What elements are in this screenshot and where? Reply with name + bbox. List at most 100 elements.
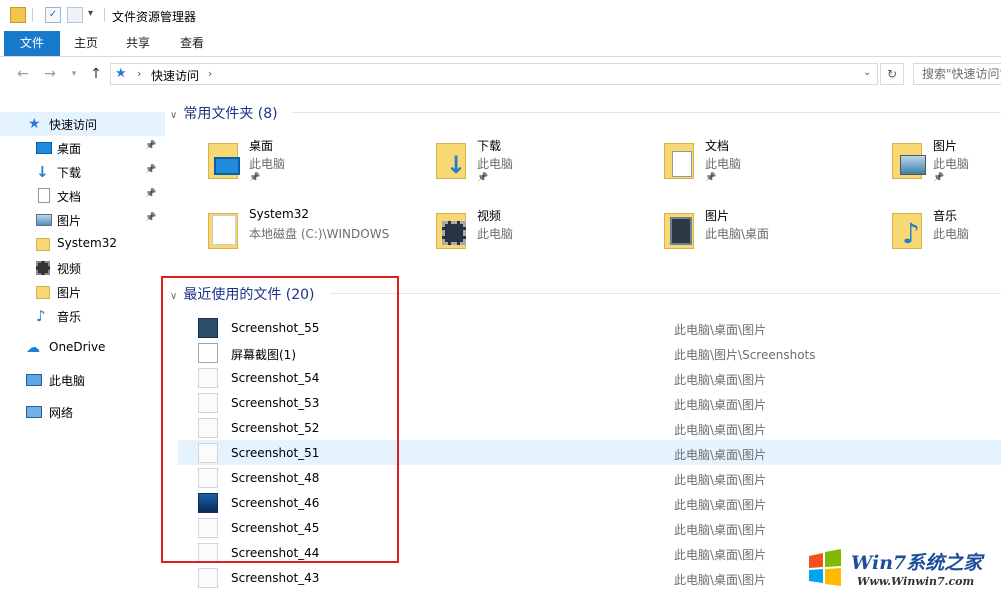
picture-icon [36,212,52,228]
nav-item-documents[interactable]: 文档 📌 [0,184,165,208]
quick-access-star-icon: ★ [115,66,127,81]
pin-icon[interactable]: 📌 [145,141,156,151]
tab-home[interactable]: 主页 [62,31,110,56]
file-name: Screenshot_48 [231,471,320,485]
frequent-folders-title: 常用文件夹 (8) [183,106,278,122]
pin-icon[interactable]: 📌 [145,189,156,199]
file-location: 此电脑\桌面\图片 [674,448,767,462]
cloud-icon: ☁ [26,340,40,356]
document-folder-icon [660,137,700,181]
nav-item-quick-access[interactable]: ★ 快速访问 [0,112,165,136]
recent-file-row[interactable]: Screenshot_51 此电脑\桌面\图片 [178,440,1001,465]
image-file-icon [198,368,218,388]
breadcrumb[interactable]: 快速访问 [151,67,199,84]
desktop-folder-icon [204,137,244,181]
nav-item-network[interactable]: 网络 [0,400,165,424]
folder-name: 视频 [477,209,502,223]
refresh-icon[interactable]: ↻ [880,63,904,85]
folder-tile-desktop[interactable]: 桌面 此电脑 📌 [204,137,424,197]
title-bar: ✓ ▾ 文件资源管理器 [0,0,1001,31]
recent-file-row[interactable]: Screenshot_48 此电脑\桌面\图片 [178,465,1001,490]
image-file-icon [198,418,218,438]
recent-file-row[interactable]: Screenshot_45 此电脑\桌面\图片 [178,515,1001,540]
address-dropdown-icon[interactable]: ⌄ [863,67,871,78]
recent-file-row[interactable]: Screenshot_46 此电脑\桌面\图片 [178,490,1001,515]
photo-folder-icon [660,207,700,251]
file-name: Screenshot_53 [231,396,320,410]
folder-tile-music[interactable]: ♪ 音乐 此电脑 [888,207,1001,267]
folder-tile-pictures[interactable]: 图片 此电脑 📌 [888,137,1001,197]
nav-item-pictures-folder[interactable]: 图片 [0,280,165,304]
recent-file-row[interactable]: Screenshot_52 此电脑\桌面\图片 [178,415,1001,440]
tab-file[interactable]: 文件 [4,31,60,56]
breadcrumb-separator-icon: › [137,67,142,80]
music-icon: ♪ [36,307,46,325]
nav-item-this-pc[interactable]: 此电脑 [0,368,165,392]
pin-icon[interactable]: 📌 [249,173,260,183]
file-name: Screenshot_46 [231,496,320,510]
file-location: 此电脑\桌面\图片 [674,373,767,387]
pin-icon[interactable]: 📌 [705,173,716,183]
folder-tile-documents[interactable]: 文档 此电脑 📌 [660,137,880,197]
tab-view[interactable]: 查看 [166,31,218,56]
nav-item-label: 桌面 [57,142,82,156]
folder-location: 此电脑 [477,157,514,171]
folder-tile-downloads[interactable]: ↓ 下载 此电脑 📌 [432,137,652,197]
recent-file-row[interactable]: Screenshot_54 此电脑\桌面\图片 [178,365,1001,390]
image-file-icon [198,343,218,363]
star-icon: ★ [28,116,41,132]
nav-item-system32[interactable]: System32 [0,232,165,256]
nav-item-pictures[interactable]: 图片 📌 [0,208,165,232]
folder-location: 此电脑 [705,157,742,171]
collapse-chevron-icon[interactable]: ∨ [170,110,177,121]
search-input[interactable]: 搜索"快速访问" [913,63,1001,85]
collapse-chevron-icon[interactable]: ∨ [170,291,177,302]
nav-item-label: 文档 [57,190,82,204]
picture-folder-icon [888,137,928,181]
back-arrow-icon[interactable]: ← [15,66,31,82]
image-file-icon [198,468,218,488]
file-location: 此电脑\桌面\图片 [674,473,767,487]
file-name: Screenshot_55 [231,321,320,335]
properties-icon[interactable]: ✓ [45,7,61,23]
pin-icon[interactable]: 📌 [933,173,944,183]
tab-share[interactable]: 共享 [114,31,162,56]
music-folder-icon: ♪ [888,207,928,251]
nav-item-label: 图片 [57,214,82,228]
system-folder-icon [204,207,244,251]
nav-item-videos[interactable]: 视频 [0,256,165,280]
nav-item-label: 快速访问 [49,118,98,132]
customize-toolbar-icon[interactable]: ▾ [88,8,93,19]
recent-file-row[interactable]: 屏幕截图(1) 此电脑\图片\Screenshots [178,340,1001,365]
file-location: 此电脑\桌面\图片 [674,573,767,587]
nav-item-downloads[interactable]: ↓ 下载 📌 [0,160,165,184]
recent-file-row[interactable]: Screenshot_55 此电脑\桌面\图片 [178,315,1001,340]
pin-icon[interactable]: 📌 [477,173,488,183]
image-file-icon [198,493,218,513]
toolbar-separator [32,8,33,22]
forward-arrow-icon[interactable]: → [42,66,58,82]
folder-name: 音乐 [933,209,958,223]
up-arrow-icon[interactable]: ↑ [88,66,104,82]
frequent-folders-header[interactable]: ∨ 常用文件夹 (8) [170,103,278,123]
folder-name: 图片 [705,209,730,223]
folder-location: 此电脑\桌面 [705,227,770,241]
pin-icon[interactable]: 📌 [145,213,156,223]
folder-location: 此电脑 [249,157,286,171]
new-folder-icon[interactable] [67,7,83,23]
folder-tile-system32[interactable]: System32 本地磁盘 (C:)\WINDOWS [204,207,424,267]
pin-icon[interactable]: 📌 [145,165,156,175]
recent-file-row[interactable]: Screenshot_53 此电脑\桌面\图片 [178,390,1001,415]
folder-tile-pictures-desktop[interactable]: 图片此电脑\桌面 [660,207,880,267]
recent-files-header[interactable]: ∨ 最近使用的文件 (20) [170,284,315,304]
address-bar[interactable]: ★ › 快速访问 › ⌄ [110,63,878,85]
nav-item-desktop[interactable]: 桌面 📌 [0,136,165,160]
windows-logo-icon [805,548,845,588]
recent-locations-icon[interactable]: ▾ [66,66,82,82]
explorer-folder-icon[interactable] [10,7,26,23]
nav-item-onedrive[interactable]: ☁ OneDrive [0,336,165,360]
nav-item-music[interactable]: ♪ 音乐 [0,304,165,328]
window-title: 文件资源管理器 [112,10,197,24]
folder-icon [36,236,52,252]
folder-tile-videos[interactable]: 视频 此电脑 [432,207,652,267]
